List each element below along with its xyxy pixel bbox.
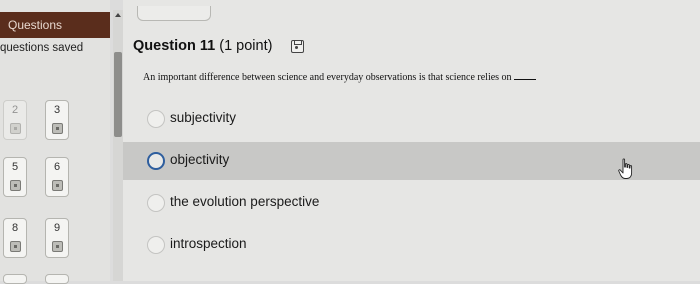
question-area: Question 11 (1 point) An important diffe… — [123, 0, 700, 281]
top-tab[interactable] — [137, 6, 211, 21]
flag-icon — [10, 241, 21, 252]
question-button-8[interactable]: 8 — [3, 218, 27, 258]
option-label: the evolution perspective — [170, 194, 320, 209]
question-prompt: An important difference between science … — [143, 72, 512, 83]
radio-button[interactable] — [147, 110, 165, 128]
option-label: subjectivity — [170, 110, 237, 125]
option-objectivity[interactable]: objectivity — [123, 142, 700, 180]
question-number: 8 — [11, 222, 19, 234]
question-title: Question 11 (1 point) — [133, 38, 272, 54]
option-label: introspection — [170, 236, 247, 251]
hand-cursor-icon — [618, 158, 633, 179]
radio-button[interactable] — [147, 194, 165, 212]
option-label: objectivity — [170, 152, 230, 167]
answer-blank — [513, 70, 536, 80]
nav-scrollbar[interactable] — [113, 10, 123, 281]
question-number-title: Question 11 — [133, 38, 216, 54]
option-subjectivity[interactable]: subjectivity — [123, 100, 700, 138]
questions-saved-label: questions saved — [0, 42, 84, 54]
option-introspection[interactable]: introspection — [123, 226, 700, 264]
question-button-9[interactable]: 9 — [45, 218, 69, 258]
question-button-5[interactable]: 5 — [3, 157, 27, 197]
scroll-thumb[interactable] — [114, 52, 122, 137]
radio-button-selected[interactable] — [147, 152, 165, 170]
questions-header: Questions — [0, 12, 110, 38]
question-number: 6 — [53, 161, 61, 173]
question-button-partial[interactable] — [45, 274, 69, 284]
question-points: (1 point) — [219, 38, 273, 54]
question-button-3[interactable]: 3 — [45, 100, 69, 140]
question-button-6[interactable]: 6 — [45, 157, 69, 197]
question-text: An important difference between science … — [143, 70, 536, 83]
flag-icon — [10, 123, 21, 134]
question-number: 2 — [11, 104, 19, 116]
question-number: 9 — [53, 222, 61, 234]
flag-icon — [52, 123, 63, 134]
flag-icon — [52, 180, 63, 191]
flag-icon — [10, 180, 21, 191]
flag-icon — [52, 241, 63, 252]
option-evolution-perspective[interactable]: the evolution perspective — [123, 184, 700, 222]
question-nav-panel: Questions questions saved 2 3 5 6 8 9 — [0, 0, 110, 284]
question-number: 3 — [53, 104, 61, 116]
question-number: 5 — [11, 161, 19, 173]
save-icon[interactable] — [291, 40, 304, 53]
question-button-2[interactable]: 2 — [3, 100, 27, 140]
radio-button[interactable] — [147, 236, 165, 254]
scroll-up-icon[interactable] — [115, 13, 121, 17]
question-button-partial[interactable] — [3, 274, 27, 284]
